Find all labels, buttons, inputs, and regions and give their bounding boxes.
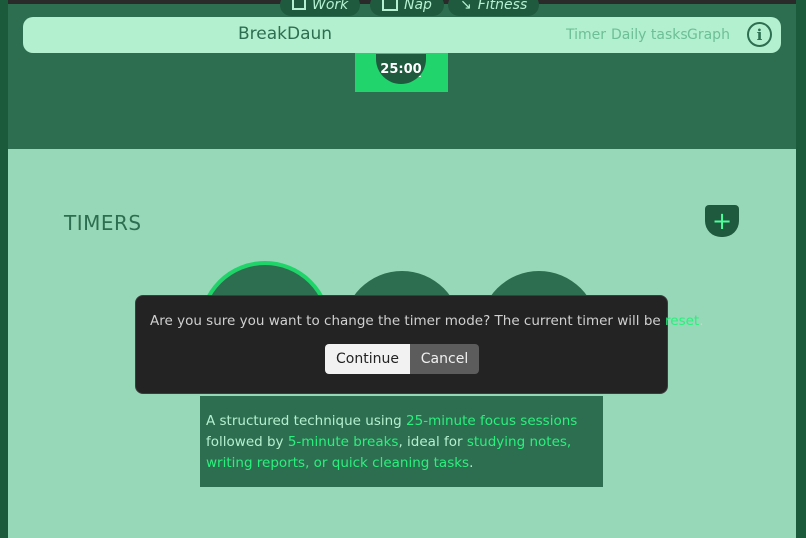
bed-icon (382, 0, 398, 11)
trend-icon: ↘ (460, 0, 472, 13)
frame-right (796, 0, 806, 538)
nav-graph[interactable]: Graph (687, 27, 730, 43)
reset-word: reset (665, 313, 700, 329)
info-icon[interactable]: i (747, 22, 772, 47)
dialog-buttons: Continue Cancel (325, 344, 479, 374)
navbar: BreakDaun Timer Daily tasks Graph i (23, 17, 781, 53)
dialog-message: Are you sure you want to change the time… (150, 313, 704, 329)
nav-timer[interactable]: Timer (566, 27, 606, 43)
square-icon (292, 0, 306, 10)
add-timer-button[interactable]: + (705, 205, 739, 237)
continue-button[interactable]: Continue (325, 344, 410, 374)
timer-description: A structured technique using 25-minute f… (200, 396, 603, 487)
nav-daily-tasks[interactable]: Daily tasks (611, 27, 688, 43)
highlight-focus: 25-minute focus sessions (406, 413, 578, 429)
mode-nap[interactable]: Nap (370, 0, 444, 16)
highlight-breaks: 5-minute breaks (287, 434, 399, 450)
timers-title: TIMERS (64, 211, 142, 235)
mode-work[interactable]: Work (280, 0, 361, 16)
frame-left (0, 0, 8, 538)
confirm-dialog: Are you sure you want to change the time… (135, 295, 704, 394)
cancel-button[interactable]: Cancel (410, 344, 479, 374)
brand-name[interactable]: BreakDaun (238, 24, 332, 44)
mode-fitness[interactable]: ↘ Fitness (448, 0, 540, 16)
